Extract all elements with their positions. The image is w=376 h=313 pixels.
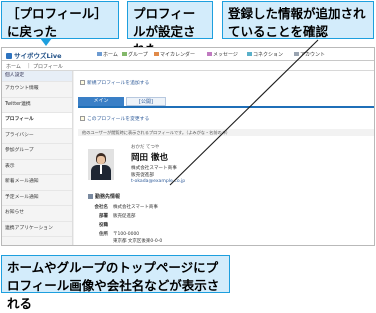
logo-text: サイボウズLive bbox=[14, 52, 62, 60]
profile-photo bbox=[88, 149, 114, 180]
tab-public[interactable]: [公開] bbox=[126, 97, 166, 106]
message-icon bbox=[207, 52, 212, 56]
topnav-group[interactable]: グループ bbox=[122, 51, 148, 58]
row-label: 部署 bbox=[99, 214, 108, 219]
breadcrumb-profile: プロフィール bbox=[33, 64, 63, 70]
sidebar-item-notice[interactable]: お知らせ bbox=[2, 206, 72, 222]
add-profile-label: 新規プロフィールを追加する bbox=[87, 81, 150, 86]
topnav-connection[interactable]: コネクション bbox=[247, 51, 283, 58]
pencil-icon bbox=[80, 116, 85, 121]
profile-notice: 他のユーザーが閲覧時に表示されるプロフィールです。（よみがな・名前のみ） bbox=[78, 129, 374, 136]
topnav-label: ホーム bbox=[103, 52, 118, 58]
sidebar-item-twitter[interactable]: Twitter連携 bbox=[2, 98, 72, 113]
profile-tabs: メイン [公開] bbox=[78, 97, 374, 108]
calendar-icon bbox=[154, 52, 159, 56]
breadcrumb-home[interactable]: ホーム bbox=[6, 63, 21, 70]
row-value: 販売促進部 bbox=[113, 214, 136, 219]
sidebar-item-privacy[interactable]: プライバシー bbox=[2, 129, 72, 144]
tab-main[interactable]: メイン bbox=[78, 97, 124, 106]
work-row-department: 部署 販売促進部 bbox=[94, 213, 136, 219]
app-logo[interactable]: サイボウズLive bbox=[6, 50, 62, 60]
work-row-title: 役職 bbox=[94, 222, 113, 228]
work-row-address-line2: 東京都 文京区後楽0-0-0 bbox=[94, 238, 162, 244]
group-icon bbox=[122, 52, 127, 56]
row-label: 会社名 bbox=[94, 205, 109, 210]
profile-company: 株式会社スマート商事 bbox=[131, 166, 177, 171]
topnav-account[interactable]: アカウント bbox=[294, 51, 325, 58]
callout-back-to-profile: ［プロフィール］に戻った bbox=[1, 1, 119, 39]
home-icon bbox=[97, 52, 102, 56]
account-icon bbox=[294, 52, 299, 56]
topnav-label: グループ bbox=[128, 52, 148, 58]
building-icon bbox=[88, 194, 93, 199]
topnav-calendar[interactable]: マイカレンダー bbox=[154, 51, 195, 58]
topnav-label: コネクション bbox=[253, 52, 284, 58]
settings-sidebar: 個人設定 アカウント情報 Twitter連携 プロフィール プライバシー 参加グ… bbox=[2, 71, 73, 245]
breadcrumb: ホーム | プロフィール bbox=[2, 61, 374, 71]
photo-face bbox=[97, 156, 105, 164]
callout-confirm-info: 登録した情報が追加されていることを確認 bbox=[222, 1, 374, 39]
row-label: 住所 bbox=[99, 232, 108, 237]
sidebar-header: 個人設定 bbox=[2, 71, 72, 82]
work-section-title: 勤務先情報 bbox=[88, 193, 120, 200]
row-label: 役職 bbox=[99, 223, 108, 228]
sidebar-item-new-mail[interactable]: 新着メール通知 bbox=[2, 175, 72, 191]
profile-department: 販売促進部 bbox=[131, 173, 154, 178]
work-section-label: 勤務先情報 bbox=[95, 194, 121, 200]
topnav-home[interactable]: ホーム bbox=[97, 51, 118, 58]
app-screenshot: サイボウズLive ホーム グループ マイカレンダー メッセージ コネクション … bbox=[1, 47, 375, 246]
sidebar-item-profile[interactable]: プロフィール bbox=[2, 113, 72, 129]
sidebar-item-display[interactable]: 表示 bbox=[2, 160, 72, 175]
topnav-label: マイカレンダー bbox=[160, 52, 196, 58]
sidebar-item-groups[interactable]: 参加グループ bbox=[2, 144, 72, 160]
add-profile-link[interactable]: 新規プロフィールを追加する bbox=[80, 79, 149, 86]
row-value: 株式会社スマート商事 bbox=[113, 205, 158, 210]
photo-shirt bbox=[100, 165, 102, 174]
sidebar-item-apps[interactable]: 連携アプリケーション bbox=[2, 222, 72, 237]
work-row-address: 住所 〒100-0000 bbox=[94, 231, 139, 237]
profile-kana: おかだ てつや bbox=[131, 145, 160, 150]
topnav-label: メッセージ bbox=[213, 52, 238, 58]
logo-icon bbox=[6, 53, 12, 59]
work-row-company: 会社名 株式会社スマート商事 bbox=[94, 204, 158, 210]
main-content: 新規プロフィールを追加する メイン [公開] このプロフィールを変更する 他のユ… bbox=[74, 71, 374, 245]
topnav-label: アカウント bbox=[300, 52, 326, 58]
sidebar-item-schedule-mail[interactable]: 予定メール通知 bbox=[2, 191, 72, 206]
callout-profile-set: プロフィールが設定された bbox=[127, 1, 213, 57]
pencil-icon bbox=[80, 80, 85, 85]
edit-profile-label: このプロフィールを変更する bbox=[87, 117, 150, 122]
profile-name: 岡田 徹也 bbox=[131, 153, 168, 163]
top-bar: サイボウズLive ホーム グループ マイカレンダー メッセージ コネクション … bbox=[2, 48, 374, 61]
callout-top-page-display: ホームやグループのトップページにプロフィール画像や会社名などが表示される bbox=[1, 255, 230, 311]
row-value: 東京都 文京区後楽0-0-0 bbox=[113, 239, 163, 244]
callout-back-tail bbox=[40, 38, 52, 46]
connection-icon bbox=[247, 52, 252, 56]
edit-profile-link[interactable]: このプロフィールを変更する bbox=[80, 115, 149, 122]
topnav-message[interactable]: メッセージ bbox=[207, 51, 238, 58]
profile-email[interactable]: t-okada@example.co.jp bbox=[131, 179, 185, 184]
sidebar-item-account[interactable]: アカウント情報 bbox=[2, 82, 72, 98]
breadcrumb-separator: | bbox=[28, 63, 30, 69]
row-value: 〒100-0000 bbox=[113, 232, 140, 237]
